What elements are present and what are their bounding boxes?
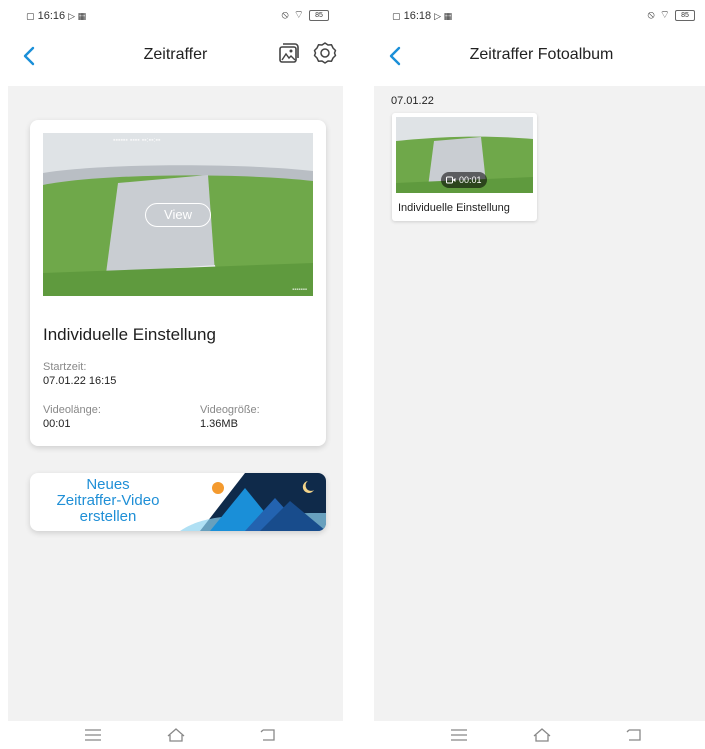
menu-icon[interactable] bbox=[83, 727, 103, 743]
video-thumbnail[interactable]: ▪▪▪▪▪▪ ▪▪▪▪ ▪▪:▪▪:▪▪ ▪▪▪▪▪▪▪ View bbox=[43, 133, 313, 296]
status-icons: ⦸ ⌔ 85 bbox=[647, 8, 695, 22]
video-length-value: 00:01 bbox=[43, 418, 71, 430]
create-timelapse-banner[interactable]: Neues Zeitraffer-Video erstellen bbox=[30, 473, 326, 531]
back-nav-icon[interactable] bbox=[624, 727, 644, 743]
media-icon: ▷ ▦ bbox=[68, 11, 87, 21]
card-title: Individuelle Einstellung bbox=[43, 325, 216, 344]
video-length-label: Videolänge: bbox=[43, 404, 101, 416]
menu-icon[interactable] bbox=[449, 727, 469, 743]
back-nav-icon[interactable] bbox=[258, 727, 278, 743]
wifi-icon: ⌔ bbox=[293, 9, 304, 21]
video-size-label: Videogröße: bbox=[200, 404, 260, 416]
battery-icon: 85 bbox=[309, 9, 329, 21]
home-icon[interactable] bbox=[166, 727, 186, 743]
battery-icon: 85 bbox=[675, 9, 695, 21]
status-bar: ▢ 16:18 ▷ ▦ ⦸ ⌔ 85 bbox=[374, 0, 705, 30]
home-icon[interactable] bbox=[532, 727, 552, 743]
system-nav-bar bbox=[8, 721, 343, 749]
duration-badge: 00:01 bbox=[441, 172, 487, 188]
video-camera-icon bbox=[446, 176, 456, 184]
timelapse-screen: ▢ 16:16 ▷ ▦ ⦸ ⌔ 85 Zeitraffer ▪▪▪▪▪▪ ▪▪▪… bbox=[8, 0, 343, 749]
timelapse-card: ▪▪▪▪▪▪ ▪▪▪▪ ▪▪:▪▪:▪▪ ▪▪▪▪▪▪▪ View Indivi… bbox=[30, 120, 326, 446]
photo-album-icon[interactable] bbox=[275, 40, 301, 66]
sim-icon: ▢ bbox=[26, 11, 35, 21]
app-bar: Zeitraffer bbox=[8, 30, 343, 86]
wifi-icon: ⌔ bbox=[659, 9, 670, 21]
media-icon: ▷ ▦ bbox=[434, 11, 453, 21]
camera-name-overlay: ▪▪▪▪▪▪▪ bbox=[292, 287, 307, 293]
mute-icon: ⦸ bbox=[647, 8, 655, 21]
mute-icon: ⦸ bbox=[281, 8, 289, 21]
album-item-thumbnail: 00:01 bbox=[396, 117, 533, 193]
timelapse-album-screen: ▢ 16:18 ▷ ▦ ⦸ ⌔ 85 Zeitraffer Fotoalbum … bbox=[374, 0, 705, 749]
status-time: ▢ 16:18 ▷ ▦ bbox=[392, 10, 453, 22]
app-bar: Zeitraffer Fotoalbum bbox=[374, 30, 705, 86]
status-time: ▢ 16:16 ▷ ▦ bbox=[26, 10, 87, 22]
page-title: Zeitraffer Fotoalbum bbox=[469, 46, 614, 63]
camera-timestamp-overlay: ▪▪▪▪▪▪ ▪▪▪▪ ▪▪:▪▪:▪▪ bbox=[113, 137, 161, 144]
system-nav-bar bbox=[374, 721, 705, 749]
video-size-value: 1.36MB bbox=[200, 418, 238, 430]
start-time-value: 07.01.22 16:15 bbox=[43, 375, 117, 387]
start-time-label: Startzeit: bbox=[43, 361, 87, 373]
album-date-header: 07.01.22 bbox=[391, 95, 434, 107]
view-button[interactable]: View bbox=[145, 203, 211, 227]
sim-icon: ▢ bbox=[392, 11, 401, 21]
banner-label: Neues Zeitraffer-Video erstellen bbox=[56, 476, 160, 525]
status-bar: ▢ 16:16 ▷ ▦ ⦸ ⌔ 85 bbox=[8, 0, 343, 30]
album-item[interactable]: 00:01 Individuelle Einstellung bbox=[392, 113, 537, 221]
status-icons: ⦸ ⌔ 85 bbox=[281, 8, 329, 22]
settings-icon[interactable] bbox=[312, 40, 338, 66]
album-item-caption: Individuelle Einstellung bbox=[398, 202, 510, 214]
